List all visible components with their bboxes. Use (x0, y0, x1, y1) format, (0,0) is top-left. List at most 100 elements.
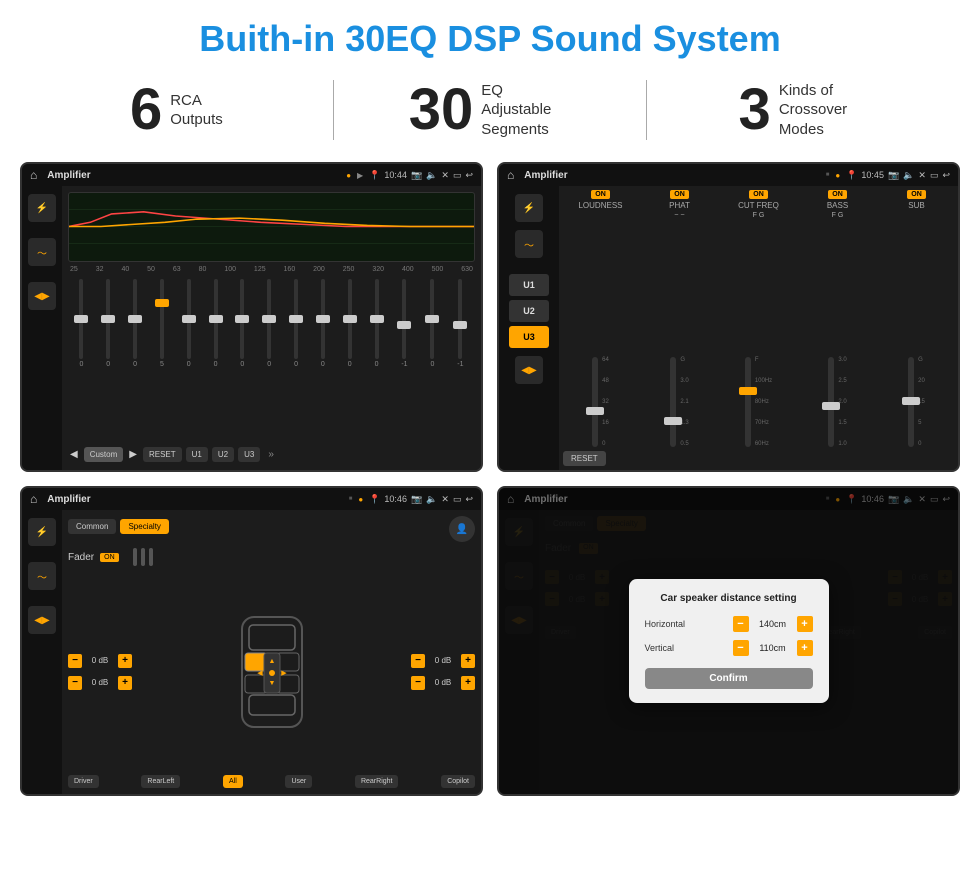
horizontal-row: Horizontal − 140cm + (645, 616, 813, 632)
driver-btn[interactable]: Driver (68, 775, 99, 788)
eq-slider-6[interactable]: 0 (214, 279, 218, 368)
fader-screen-body: ⚡ 〜 ◀▶ Common Specialty 👤 Fader ON (22, 510, 481, 794)
fader-left-controls: ⚡ 〜 ◀▶ (22, 510, 62, 794)
vol-minus-2[interactable]: − (68, 676, 82, 690)
vol-val-4: 0 dB (429, 678, 457, 687)
eq-u3-btn[interactable]: U3 (238, 447, 260, 462)
freq-labels: 25 32 40 50 63 80 100 125 160 200 250 32… (68, 266, 475, 273)
bass-label: BASS (827, 201, 848, 210)
eq-custom-btn[interactable]: Custom (84, 447, 124, 462)
vertical-minus-btn[interactable]: − (733, 640, 749, 656)
phat-label: PHAT (669, 201, 690, 210)
sub-slider[interactable]: G 20 15 5 0 (879, 212, 954, 447)
cutfreq-on-badge[interactable]: ON (749, 190, 768, 199)
dsp-cutfreq-channel: ON CUT FREQ F G F 100Hz 80Hz (721, 190, 796, 447)
vertical-plus-btn[interactable]: + (797, 640, 813, 656)
dsp-filter-btn[interactable]: ⚡ (515, 194, 543, 222)
eq-slider-8[interactable]: 0 (267, 279, 271, 368)
dsp-u1-btn[interactable]: U1 (509, 274, 549, 296)
vol-plus-4[interactable]: + (461, 676, 475, 690)
fader-common-tab[interactable]: Common (68, 519, 116, 534)
vol-row-3: − 0 dB + (411, 654, 475, 668)
eq-slider-13[interactable]: -1 (401, 279, 407, 368)
eq-dot2: ▶ (357, 171, 363, 180)
fader-on-badge[interactable]: ON (100, 553, 119, 562)
home-icon[interactable]: ⌂ (30, 168, 37, 182)
eq-reset-btn[interactable]: RESET (143, 447, 182, 462)
fader-tab-row: Common Specialty (68, 519, 169, 534)
fader-mini-sliders (133, 548, 153, 566)
dsp-status-icons: 📍 10:45 📷 🔈 ✕ ▭ ↩ (846, 170, 950, 181)
phat-on-badge[interactable]: ON (670, 190, 689, 199)
loudness-on-badge[interactable]: ON (591, 190, 610, 199)
dsp-u3-btn[interactable]: U3 (509, 326, 549, 348)
confirm-button[interactable]: Confirm (645, 668, 813, 689)
fader-user-icon[interactable]: 👤 (449, 516, 475, 542)
vertical-row: Vertical − 110cm + (645, 640, 813, 656)
fader-wave-btn[interactable]: 〜 (28, 562, 56, 590)
horizontal-plus-btn[interactable]: + (797, 616, 813, 632)
fader-filter-btn[interactable]: ⚡ (28, 518, 56, 546)
fader-vol-icon: 🔈 (426, 494, 437, 505)
eq-slider-4[interactable]: 5 (160, 279, 164, 368)
svg-text:▲: ▲ (268, 658, 275, 665)
vol-plus-1[interactable]: + (118, 654, 132, 668)
eq-slider-9[interactable]: 0 (294, 279, 298, 368)
eq-slider-7[interactable]: 0 (240, 279, 244, 368)
loudness-label: LOUDNESS (578, 201, 622, 210)
loudness-slider[interactable]: 64 48 32 16 0 (563, 212, 638, 447)
eq-speaker-btn[interactable]: ◀▶ (28, 282, 56, 310)
eq-slider-12[interactable]: 0 (375, 279, 379, 368)
eq-slider-14[interactable]: 0 (430, 279, 434, 368)
eq-more-btn[interactable]: » (268, 449, 274, 460)
vol-minus-3[interactable]: − (411, 654, 425, 668)
dsp-u2-btn[interactable]: U2 (509, 300, 549, 322)
fader-specialty-tab[interactable]: Specialty (120, 519, 168, 534)
vol-minus-4[interactable]: − (411, 676, 425, 690)
dsp-home-icon[interactable]: ⌂ (507, 168, 514, 182)
eq-prev-btn[interactable]: ◀ (70, 449, 78, 460)
horizontal-minus-btn[interactable]: − (733, 616, 749, 632)
dsp-channels: ON LOUDNESS 64 48 32 16 0 (563, 190, 954, 447)
eq-time: 10:44 (384, 170, 407, 180)
vertical-value: 110cm (753, 643, 793, 653)
fader-speaker-btn[interactable]: ◀▶ (28, 606, 56, 634)
phat-slider[interactable]: G 3.0 2.1 1.3 0.5 (642, 225, 717, 447)
bass-slider[interactable]: 3.0 2.5 2.0 1.5 1.0 (800, 225, 875, 447)
eq-u1-btn[interactable]: U1 (186, 447, 208, 462)
eq-status-icons: 📍 10:44 📷 🔈 ✕ ▭ ↩ (369, 170, 473, 181)
eq-location-icon: 📍 (369, 170, 380, 181)
eq-next-btn[interactable]: ▶ (129, 449, 137, 460)
eq-slider-10[interactable]: 0 (321, 279, 325, 368)
dsp-speaker-btn[interactable]: ◀▶ (515, 356, 543, 384)
eq-wave-btn[interactable]: 〜 (28, 238, 56, 266)
dsp-app-name: Amplifier (524, 170, 819, 181)
eq-slider-2[interactable]: 0 (106, 279, 110, 368)
bass-on-badge[interactable]: ON (828, 190, 847, 199)
rearleft-btn[interactable]: RearLeft (141, 775, 180, 788)
rearright-btn[interactable]: RearRight (355, 775, 399, 788)
user-btn[interactable]: User (285, 775, 312, 788)
sub-on-badge[interactable]: ON (907, 190, 926, 199)
dsp-wave-btn[interactable]: 〜 (515, 230, 543, 258)
cutfreq-slider[interactable]: F 100Hz 80Hz 70Hz 60Hz (721, 225, 796, 447)
eq-filter-btn[interactable]: ⚡ (28, 194, 56, 222)
vol-plus-2[interactable]: + (118, 676, 132, 690)
eq-slider-11[interactable]: 0 (348, 279, 352, 368)
vol-plus-3[interactable]: + (461, 654, 475, 668)
copilot-btn[interactable]: Copilot (441, 775, 475, 788)
fader-home-icon[interactable]: ⌂ (30, 492, 37, 506)
eq-graph (68, 192, 475, 262)
all-btn[interactable]: All (223, 775, 243, 788)
dsp-reset-btn[interactable]: RESET (563, 451, 606, 466)
stat-rca: 6 RCAOutputs (40, 81, 313, 139)
eq-u2-btn[interactable]: U2 (212, 447, 234, 462)
eq-slider-1[interactable]: 0 (79, 279, 83, 368)
dsp-screen-body: ⚡ 〜 U1 U2 U3 ◀▶ ON LOUDNESS (499, 186, 958, 470)
eq-slider-15[interactable]: -1 (457, 279, 463, 368)
eq-slider-5[interactable]: 0 (187, 279, 191, 368)
stat-eq: 30 EQ AdjustableSegments (354, 81, 627, 140)
svg-text:◀: ◀ (257, 670, 263, 677)
vol-minus-1[interactable]: − (68, 654, 82, 668)
eq-slider-3[interactable]: 0 (133, 279, 137, 368)
